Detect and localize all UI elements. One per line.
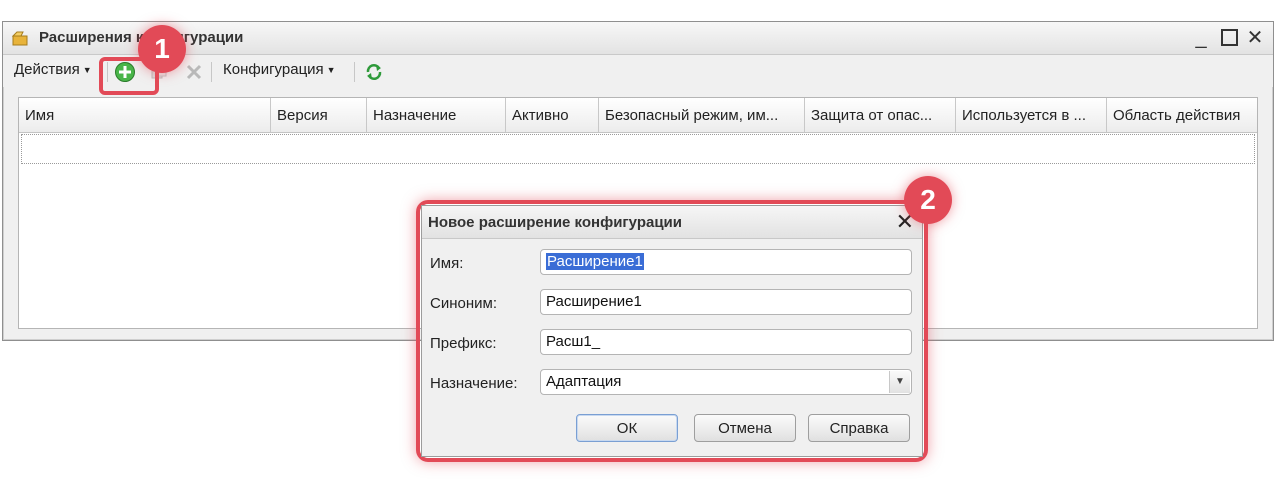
column-header-safe-mode[interactable]: Безопасный режим, им...: [599, 98, 805, 132]
toolbar-separator: [211, 62, 212, 82]
caret-down-icon: ▼: [82, 65, 92, 76]
table-header: Имя Версия Назначение Активно Безопасный…: [19, 98, 1257, 133]
prefix-field[interactable]: Расш1_: [540, 329, 912, 355]
column-header-version[interactable]: Версия: [271, 98, 367, 132]
callout-badge-1: 1: [138, 25, 186, 73]
dialog-titlebar: Новое расширение конфигурации ✕: [422, 206, 922, 239]
delete-button[interactable]: [183, 61, 205, 83]
name-label: Имя:: [430, 255, 464, 272]
purpose-label: Назначение:: [430, 375, 518, 392]
dialog-title: Новое расширение конфигурации: [428, 214, 682, 231]
caret-down-icon: ▼: [326, 65, 336, 76]
purpose-value: Адаптация: [546, 373, 622, 390]
actions-menu-label: Действия: [14, 61, 80, 78]
purpose-select[interactable]: Адаптация ▼: [540, 369, 912, 395]
actions-menu[interactable]: Действия ▼: [14, 61, 92, 78]
synonym-label: Синоним:: [430, 295, 497, 312]
toolbar-separator: [354, 62, 355, 82]
column-header-protection[interactable]: Защита от опас...: [805, 98, 956, 132]
synonym-field[interactable]: Расширение1: [540, 289, 912, 315]
new-extension-dialog: Новое расширение конфигурации ✕ Имя: Рас…: [421, 205, 923, 457]
window-titlebar: Расширения конфигурации _ ✕: [3, 22, 1273, 55]
refresh-button[interactable]: [363, 61, 385, 83]
configuration-menu-label: Конфигурация: [223, 61, 324, 78]
ok-button[interactable]: ОК: [576, 414, 678, 442]
column-header-purpose[interactable]: Назначение: [367, 98, 506, 132]
refresh-icon: [366, 64, 382, 80]
app-icon: [11, 30, 33, 46]
minimize-icon[interactable]: _: [1189, 26, 1213, 50]
cancel-button[interactable]: Отмена: [694, 414, 796, 442]
prefix-label: Префикс:: [430, 335, 497, 352]
configuration-menu[interactable]: Конфигурация ▼: [223, 61, 336, 78]
column-header-name[interactable]: Имя: [19, 98, 271, 132]
dropdown-arrow-icon[interactable]: ▼: [889, 371, 910, 393]
maximize-icon[interactable]: [1217, 26, 1241, 50]
close-icon[interactable]: ✕: [1243, 26, 1267, 50]
column-header-scope[interactable]: Область действия: [1107, 98, 1257, 132]
toolbar: Действия ▼ Конфигурация ▼: [3, 55, 1273, 87]
column-header-active[interactable]: Активно: [506, 98, 599, 132]
delete-icon: [186, 64, 202, 80]
table-row[interactable]: [21, 134, 1255, 164]
callout-badge-2: 2: [904, 176, 952, 224]
help-button[interactable]: Справка: [808, 414, 910, 442]
name-field[interactable]: Расширение1: [540, 249, 912, 275]
column-header-used-in[interactable]: Используется в ...: [956, 98, 1107, 132]
name-value: Расширение1: [546, 253, 644, 270]
